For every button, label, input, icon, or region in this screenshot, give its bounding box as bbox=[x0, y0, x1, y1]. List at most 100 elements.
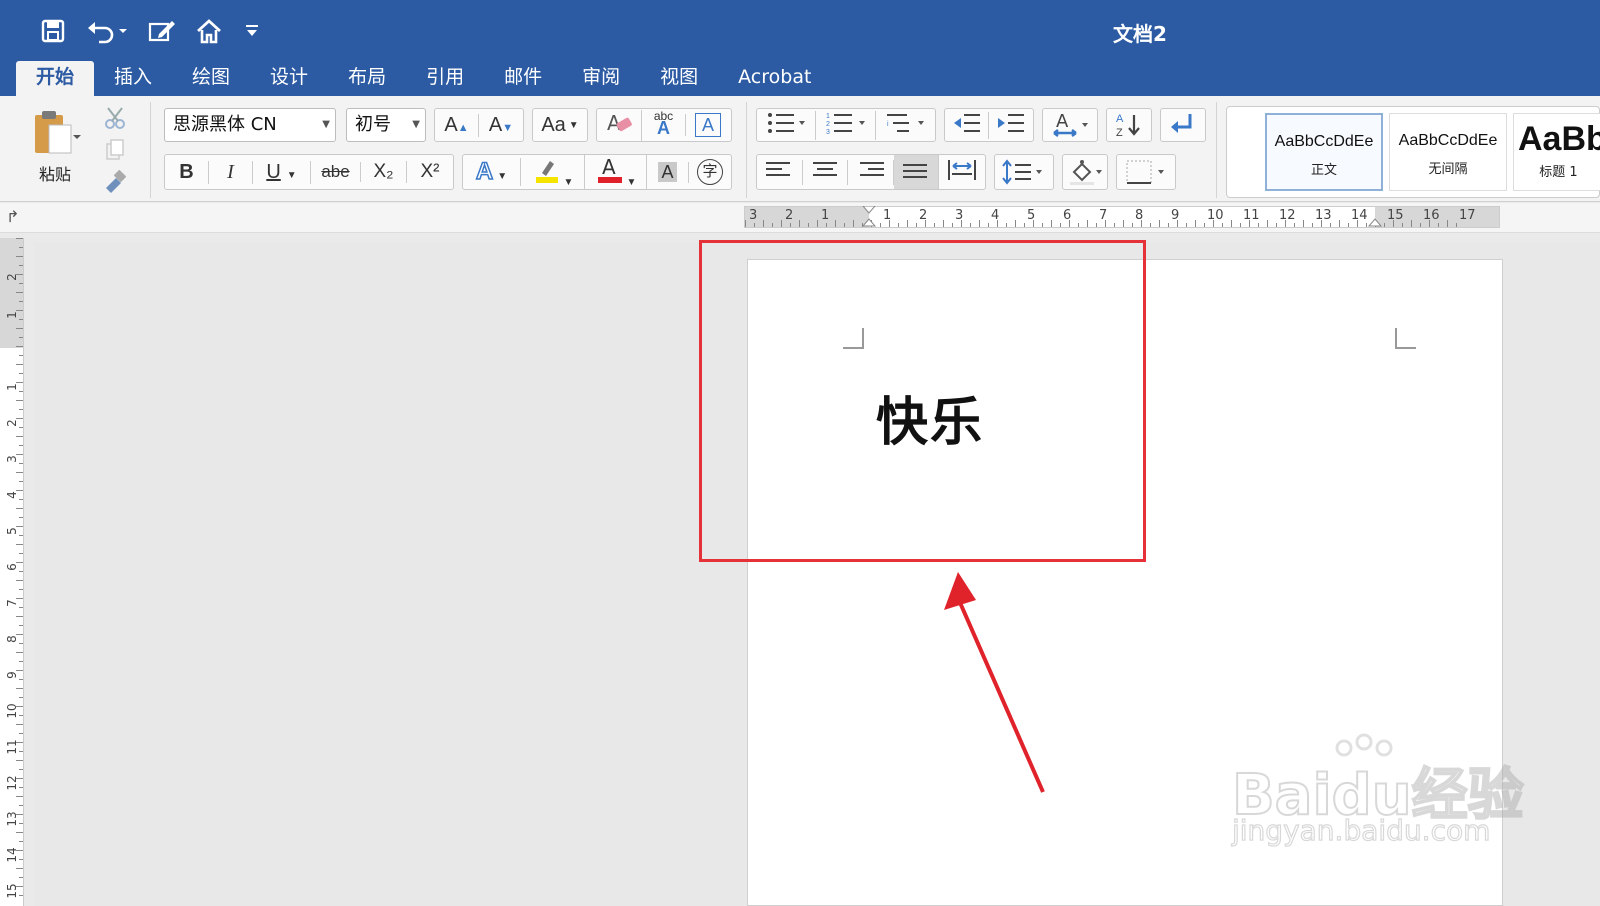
ruler-tick bbox=[19, 373, 23, 374]
ruler-tick bbox=[1420, 223, 1421, 227]
align-center-icon[interactable] bbox=[803, 159, 849, 185]
strikethrough-button[interactable]: abe bbox=[311, 162, 361, 182]
spelling-icon[interactable]: abc A bbox=[642, 110, 686, 137]
customize-icon[interactable] bbox=[240, 14, 264, 48]
show-marks-button[interactable] bbox=[1160, 108, 1206, 142]
right-indent-icon[interactable] bbox=[1367, 206, 1383, 228]
ruler-tick bbox=[16, 760, 23, 761]
ruler-tick bbox=[16, 616, 23, 617]
tab-design[interactable]: 设计 bbox=[250, 61, 328, 96]
tab-layout[interactable]: 布局 bbox=[328, 61, 406, 96]
font-family-select[interactable]: 思源黑体 CN ▼ bbox=[164, 108, 336, 142]
distribute-icon[interactable] bbox=[939, 158, 985, 187]
style-normal[interactable]: AaBbCcDdEe 正文 bbox=[1265, 113, 1383, 191]
tab-review[interactable]: 审阅 bbox=[562, 61, 640, 96]
text-effects-icon[interactable]: A ▼ bbox=[463, 157, 521, 186]
format-painter-icon[interactable] bbox=[100, 168, 130, 196]
ruler-tick bbox=[1303, 220, 1304, 227]
tab-view[interactable]: 视图 bbox=[640, 61, 718, 96]
tab-acrobat[interactable]: Acrobat bbox=[718, 61, 831, 96]
tab-home[interactable]: 开始 bbox=[16, 61, 95, 96]
increase-indent-icon[interactable] bbox=[989, 112, 1033, 139]
paste-label: 粘贴 bbox=[38, 165, 71, 184]
ruler-tick bbox=[16, 634, 23, 635]
change-case-button[interactable]: Aa ▼ bbox=[532, 108, 588, 142]
subscript-button[interactable]: X₂ bbox=[361, 161, 407, 183]
style-normal-sample: AaBbCcDdEe bbox=[1274, 133, 1374, 150]
bullets-icon[interactable] bbox=[757, 110, 817, 140]
tab-references[interactable]: 引用 bbox=[406, 61, 484, 96]
char-shading-icon[interactable]: A bbox=[647, 161, 689, 183]
ruler-number: 5 bbox=[1027, 208, 1036, 223]
grow-font-label: A bbox=[444, 113, 458, 136]
ruler-tick bbox=[1339, 220, 1340, 227]
bold-button[interactable]: B bbox=[165, 160, 209, 184]
ruler-tick bbox=[16, 382, 23, 383]
vertical-ruler[interactable]: 2 1 1 2 3 4 5 6 7 8 9 10 11 12 13 14 15 bbox=[0, 238, 24, 906]
ruler-tick bbox=[16, 346, 23, 347]
font-size-group: A▲ A▼ bbox=[434, 108, 524, 142]
font-color-icon[interactable]: A ▼ bbox=[585, 154, 647, 190]
ruler-tick bbox=[844, 223, 845, 227]
svg-text:A: A bbox=[1056, 111, 1069, 132]
text-direction-button[interactable]: A bbox=[1042, 108, 1098, 142]
ruler-number: 1 bbox=[821, 208, 830, 223]
ruler-number: 4 bbox=[991, 208, 1000, 223]
ruler-tick bbox=[1402, 223, 1403, 227]
ruler-tick bbox=[889, 220, 890, 227]
cut-icon[interactable] bbox=[100, 104, 130, 132]
ruler-tick bbox=[19, 859, 23, 860]
horizontal-ruler[interactable]: 3 2 1 1 2 3 4 5 6 7 8 9 10 11 12 13 14 15 16 17 bbox=[744, 206, 1500, 228]
tab-mailings[interactable]: 邮件 bbox=[484, 61, 562, 96]
decrease-indent-icon[interactable] bbox=[945, 111, 990, 139]
multilevel-list-icon[interactable]: i bbox=[876, 111, 935, 140]
ruler-tick bbox=[19, 661, 23, 662]
shrink-font-button[interactable]: A▼ bbox=[479, 114, 523, 137]
numbering-icon[interactable]: 123 bbox=[816, 110, 876, 140]
font-size-select[interactable]: 初号 ▼ bbox=[346, 108, 426, 142]
ruler-tick bbox=[1141, 220, 1142, 227]
save-icon[interactable] bbox=[36, 14, 70, 48]
ruler-tick bbox=[16, 868, 23, 869]
tab-stop-icon[interactable]: ↱ bbox=[6, 207, 19, 227]
ruler-number: 10 bbox=[5, 703, 19, 719]
highlight-icon[interactable]: ▼ bbox=[521, 154, 585, 190]
style-no-spacing[interactable]: AaBbCcDdEe 无间隔 bbox=[1389, 113, 1507, 191]
paint-bucket-icon bbox=[1070, 160, 1102, 185]
line-spacing-icon bbox=[1002, 159, 1042, 185]
edit-doc-icon[interactable] bbox=[145, 14, 179, 48]
shading-button[interactable] bbox=[1062, 154, 1108, 190]
underline-button[interactable]: U ▼ bbox=[253, 160, 311, 184]
grow-font-button[interactable]: A▲ bbox=[435, 113, 479, 137]
borders-button[interactable] bbox=[1116, 154, 1176, 190]
sort-button[interactable]: AZ bbox=[1106, 108, 1152, 142]
copy-icon[interactable] bbox=[100, 136, 130, 164]
align-right-icon[interactable] bbox=[848, 159, 894, 185]
text-box-icon[interactable]: A bbox=[686, 113, 730, 137]
line-spacing-button[interactable] bbox=[994, 154, 1054, 190]
svg-text:1: 1 bbox=[826, 113, 830, 120]
home-icon[interactable] bbox=[192, 14, 226, 48]
enclose-char-icon[interactable]: 字 bbox=[689, 159, 731, 185]
tab-insert[interactable]: 插入 bbox=[94, 61, 172, 96]
superscript-button[interactable]: X² bbox=[407, 161, 453, 183]
ruler-tick bbox=[19, 679, 23, 680]
ruler-tick bbox=[16, 292, 23, 293]
style-heading1[interactable]: AaBb 标题 1 bbox=[1513, 113, 1600, 191]
ruler-tick bbox=[1321, 220, 1322, 227]
document-title: 文档2 bbox=[1113, 22, 1167, 46]
ruler-margin-top bbox=[0, 238, 23, 348]
indent-marker-icon[interactable] bbox=[861, 206, 877, 228]
ruler-tick bbox=[826, 223, 827, 227]
paste-button[interactable]: 粘贴 bbox=[20, 106, 90, 186]
ruler-tick bbox=[19, 409, 23, 410]
svg-text:3: 3 bbox=[826, 129, 830, 135]
ruler-tick bbox=[16, 274, 23, 275]
justify-icon[interactable] bbox=[893, 155, 940, 189]
align-left-icon[interactable] bbox=[757, 159, 803, 185]
clear-formatting-icon[interactable]: A bbox=[598, 109, 642, 141]
undo-icon[interactable] bbox=[84, 14, 130, 48]
italic-button[interactable]: I bbox=[209, 160, 253, 184]
tab-draw[interactable]: 绘图 bbox=[172, 61, 250, 96]
ruler-tick bbox=[1429, 220, 1430, 227]
